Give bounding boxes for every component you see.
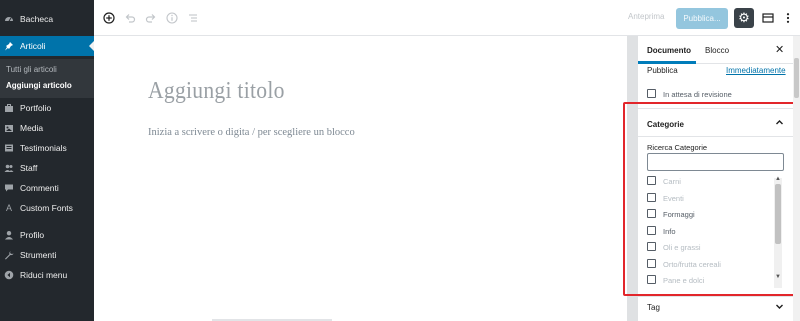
- menu-item-articoli[interactable]: Articoli: [0, 36, 94, 56]
- menu-item-label: Articoli: [20, 41, 46, 51]
- menu-item-label: Riduci menu: [20, 270, 68, 280]
- redo-icon[interactable]: [144, 11, 158, 25]
- collapse-icon: [4, 270, 14, 280]
- category-label: Formaggi: [663, 210, 695, 219]
- editor-canvas: Aggiungi titolo Inizia a scrivere o digi…: [94, 36, 627, 321]
- category-checkbox[interactable]: [647, 209, 656, 218]
- scrollbar-thumb[interactable]: [775, 184, 781, 244]
- category-label: Pane e dolci: [663, 276, 705, 285]
- menu-item-portfolio[interactable]: Portfolio: [0, 98, 94, 118]
- menu-item-label: Strumenti: [20, 250, 57, 260]
- tab-blocco[interactable]: Blocco: [705, 46, 729, 55]
- list-view-icon[interactable]: [186, 11, 200, 25]
- letter-a-icon: A: [5, 203, 12, 213]
- menu-item-media[interactable]: Media: [0, 118, 94, 138]
- publish-date-link[interactable]: Immediatamente: [726, 66, 786, 75]
- menu-item-commenti[interactable]: Commenti: [0, 178, 94, 198]
- fullscreen-icon[interactable]: [761, 11, 775, 25]
- publish-button-label: Pubblica...: [683, 14, 721, 23]
- menu-item-strumenti[interactable]: Strumenti: [0, 245, 94, 265]
- panel-scrollbar[interactable]: [793, 36, 800, 321]
- menu-item-label: Bacheca: [20, 14, 54, 24]
- menu-item-staff[interactable]: Staff: [0, 158, 94, 178]
- menu-item-testimonials[interactable]: Testimonials: [0, 138, 94, 158]
- menu-item-label: Portfolio: [20, 103, 52, 113]
- category-label: Carni: [663, 177, 681, 186]
- scroll-down-icon[interactable]: ▼: [775, 274, 781, 280]
- category-checkbox[interactable]: [647, 242, 656, 251]
- collapse-menu-button[interactable]: Riduci menu: [0, 265, 94, 285]
- scrollbar-thumb[interactable]: [794, 58, 799, 98]
- menu-item-label: Custom Fonts: [20, 203, 73, 213]
- admin-sidebar: Bacheca Articoli Tutti gli articoli Aggi…: [0, 0, 94, 321]
- pending-review-checkbox[interactable]: [647, 89, 656, 98]
- pin-icon: [4, 41, 14, 51]
- category-list: Carni Eventi Formaggi Info Oli e grassi …: [647, 176, 784, 288]
- category-checkbox[interactable]: [647, 176, 656, 185]
- wrench-icon: [4, 250, 14, 260]
- section-divider: [638, 136, 800, 137]
- category-label: Eventi: [663, 194, 684, 203]
- close-icon[interactable]: ✕: [775, 43, 784, 56]
- staff-icon: [4, 163, 14, 173]
- menu-item-profilo[interactable]: Profilo: [0, 225, 94, 245]
- category-checkbox[interactable]: [647, 226, 656, 235]
- category-search-label: Ricerca Categorie: [647, 143, 708, 152]
- comment-icon: [4, 183, 14, 193]
- category-label: Oli e grassi: [663, 243, 701, 252]
- categories-panel-title[interactable]: Categorie: [647, 120, 684, 129]
- undo-icon[interactable]: [123, 11, 137, 25]
- settings-tabs: Documento Blocco ✕: [638, 36, 800, 64]
- menu-item-label: Testimonials: [20, 143, 67, 153]
- panel-scroll-gutter: [627, 36, 638, 321]
- chevron-down-icon[interactable]: [775, 302, 784, 313]
- settings-button[interactable]: ⚙: [734, 8, 754, 28]
- testimonials-icon: [4, 143, 14, 153]
- gear-icon: ⚙: [738, 10, 750, 25]
- info-icon[interactable]: [165, 11, 179, 25]
- menu-item-label: Profilo: [20, 230, 45, 240]
- menu-item-label: Commenti: [20, 183, 59, 193]
- pending-review-label: In attesa di revisione: [663, 90, 732, 99]
- menu-item-custom-fonts[interactable]: A Custom Fonts: [0, 198, 94, 218]
- submenu-item-all-posts[interactable]: Tutti gli articoli: [6, 65, 57, 74]
- category-checkbox[interactable]: [647, 193, 656, 202]
- add-block-icon[interactable]: [102, 11, 116, 25]
- category-search-input[interactable]: [647, 153, 784, 171]
- post-title-input[interactable]: Aggiungi titolo: [148, 78, 285, 105]
- section-divider: [638, 108, 800, 109]
- chevron-up-icon[interactable]: [775, 118, 784, 129]
- articoli-submenu: Tutti gli articoli Aggiungi articolo: [0, 59, 94, 98]
- tags-panel-title[interactable]: Tag: [647, 303, 660, 312]
- category-label: Info: [663, 227, 676, 236]
- editor-toolbar: Anteprima Pubblica... ⚙: [94, 0, 800, 36]
- publish-label: Pubblica: [647, 66, 678, 75]
- section-divider: [638, 296, 793, 297]
- dashboard-icon: [4, 14, 14, 24]
- block-prompt[interactable]: Inizia a scrivere o digita / per sceglie…: [148, 127, 355, 138]
- category-label: Orto/frutta cereali: [663, 260, 721, 269]
- category-list-scrollbar[interactable]: ▲ ▼: [774, 176, 782, 288]
- scroll-up-icon[interactable]: ▲: [775, 176, 781, 182]
- portfolio-icon: [4, 103, 14, 113]
- more-options-icon[interactable]: [781, 11, 795, 25]
- publish-button[interactable]: Pubblica...: [676, 8, 728, 29]
- user-icon: [4, 230, 14, 240]
- media-icon: [4, 123, 14, 133]
- menu-item-label: Media: [20, 123, 44, 133]
- category-checkbox[interactable]: [647, 275, 656, 284]
- tab-documento[interactable]: Documento: [647, 46, 691, 55]
- menu-item-label: Staff: [20, 163, 38, 173]
- category-checkbox[interactable]: [647, 259, 656, 268]
- submenu-item-add-post[interactable]: Aggiungi articolo: [6, 81, 72, 90]
- menu-item-bacheca[interactable]: Bacheca: [0, 9, 94, 29]
- preview-button[interactable]: Anteprima: [628, 12, 664, 21]
